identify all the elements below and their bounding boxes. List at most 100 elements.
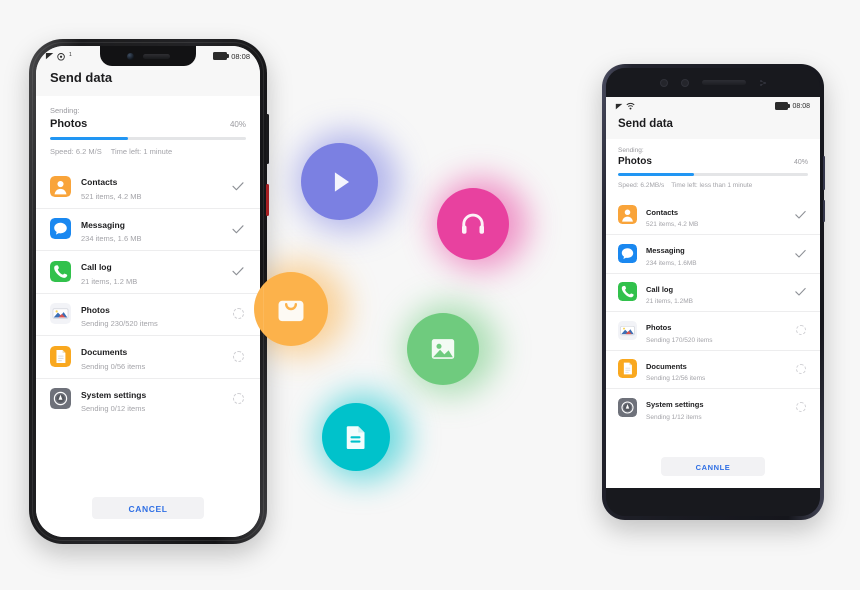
list-item-status <box>230 391 246 407</box>
front-camera-icon <box>126 52 134 60</box>
phone-right-progress-block: Sending: Photos 40% Speed: 6.2MB/s Time … <box>606 139 820 196</box>
list-item-detail: Sending 230/520 items <box>81 319 158 328</box>
apps-bubble <box>249 261 348 357</box>
progress-percent-label: 40% <box>229 120 246 129</box>
list-item-detail: 21 items, 1.2 MB <box>81 276 138 286</box>
volume-button-right-phone[interactable] <box>823 156 825 190</box>
messaging-icon <box>50 218 71 240</box>
power-button-left-phone[interactable] <box>266 184 269 216</box>
status-bar-left-group <box>615 102 635 110</box>
system-settings-icon <box>618 397 637 417</box>
list-item-text: Documents Sending 0/56 items <box>81 342 230 371</box>
list-item-status <box>793 207 808 222</box>
photos-icon <box>50 303 71 325</box>
list-item[interactable]: Contacts 521 items, 4.2 MB <box>36 165 260 208</box>
system-settings-icon <box>50 388 71 410</box>
list-item[interactable]: System settings Sending 1/12 items <box>606 388 820 427</box>
phone-left-footer: CANCEL <box>36 497 260 537</box>
photos-icon <box>618 320 637 340</box>
phone-right-transfer-list: Contacts 521 items, 4.2 MB Messaging 234… <box>606 195 820 457</box>
row-divider <box>606 234 820 235</box>
checkmark-icon <box>795 211 806 219</box>
phone-left-page-title: Send data <box>36 66 260 96</box>
list-item[interactable]: Photos Sending 230/520 items <box>36 292 260 336</box>
list-item[interactable]: Messaging 234 items, 1.6 MB <box>36 207 260 251</box>
earpiece-speaker-icon <box>142 53 170 59</box>
list-item-detail: Sending 12/56 items <box>646 375 706 382</box>
checkmark-icon <box>795 288 806 296</box>
list-item-detail: Sending 170/520 items <box>646 336 713 344</box>
cancel-button[interactable]: CANNLE <box>661 457 765 476</box>
row-divider <box>36 207 260 209</box>
transfer-meta-row: Speed: 6.2 M/S Time left: 1 minute <box>50 147 246 156</box>
list-item-title: Call log <box>646 284 674 294</box>
messaging-icon <box>618 243 637 263</box>
list-item-detail: 234 items, 1.6 MB <box>81 234 142 243</box>
cancel-button[interactable]: CANCEL <box>92 497 204 519</box>
progress-fill <box>618 173 694 176</box>
messaging-icon <box>50 218 71 240</box>
power-button-right-phone[interactable] <box>823 200 825 222</box>
photos-icon <box>618 320 637 340</box>
list-item-text: Messaging 234 items, 1.6MB <box>646 240 793 267</box>
status-bar-clock: 08:08 <box>231 51 250 61</box>
list-item[interactable]: Call log 21 items, 1.2MB <box>606 272 820 312</box>
app-bag-icon <box>278 300 304 322</box>
list-item[interactable]: System settings Sending 0/12 items <box>36 377 260 421</box>
play-icon <box>334 171 349 192</box>
list-item-title: Messaging <box>81 219 125 230</box>
list-item-title: System settings <box>646 400 704 409</box>
volume-button-left-phone[interactable] <box>266 114 269 164</box>
documents-bubble <box>317 393 408 481</box>
network-icon <box>626 102 635 110</box>
network-icon <box>57 52 65 61</box>
list-item-detail: 521 items, 4.2 MB <box>646 221 699 228</box>
status-bar-left-group: 1 <box>45 52 72 61</box>
current-transfer-name: Photos <box>50 118 88 130</box>
list-item[interactable]: Documents Sending 0/56 items <box>36 335 260 378</box>
status-bar-clock: 08:08 <box>792 102 810 110</box>
list-item-title: Contacts <box>81 177 118 187</box>
checkmark-icon <box>232 224 244 234</box>
phone-right-status-bar: 08:08 <box>606 97 820 115</box>
phone-left-transfer-list: Contacts 521 items, 4.2 MB Messaging 234… <box>36 165 260 497</box>
sending-label: Sending: <box>50 106 80 115</box>
call-log-icon <box>618 282 637 302</box>
loading-spinner-icon <box>232 393 244 405</box>
status-bar-right-group: 08:08 <box>775 102 810 110</box>
progress-track <box>618 173 808 176</box>
list-item[interactable]: Documents Sending 12/56 items <box>606 349 820 389</box>
loading-spinner-icon <box>795 363 806 374</box>
loading-spinner-icon <box>232 350 244 362</box>
headphones-icon <box>462 213 484 234</box>
audio-bubble <box>432 177 528 271</box>
call-log-icon <box>618 282 637 302</box>
transfer-meta-row: Speed: 6.2MB/s Time left: less than 1 mi… <box>618 182 808 189</box>
transfer-time-left: Time left: 1 minute <box>110 147 173 156</box>
list-item-title: Photos <box>646 323 672 332</box>
list-item-status <box>230 348 246 364</box>
light-sensor-icon <box>680 78 689 87</box>
list-item[interactable]: Photos Sending 170/520 items <box>606 311 820 350</box>
current-transfer-name: Photos <box>618 156 652 167</box>
list-item-detail: 521 items, 4.2 MB <box>81 191 142 201</box>
loading-spinner-icon <box>795 325 806 336</box>
checkmark-icon <box>232 267 244 276</box>
system-settings-icon <box>50 388 71 410</box>
checkmark-icon <box>232 182 244 191</box>
checkmark-icon <box>795 249 806 258</box>
documents-icon <box>50 345 71 367</box>
list-item-status <box>230 306 246 322</box>
phone-left-device: 1 08:08 Send data Sending: Photos 40% Sp… <box>29 39 269 544</box>
list-item[interactable]: Contacts 521 items, 4.2 MB <box>606 196 820 235</box>
list-item-status <box>793 246 808 261</box>
battery-icon <box>213 52 228 60</box>
row-divider <box>606 349 820 351</box>
list-item[interactable]: Call log 21 items, 1.2 MB <box>36 250 260 293</box>
list-item[interactable]: Messaging 234 items, 1.6MB <box>606 234 820 273</box>
loading-spinner-icon <box>795 402 806 413</box>
phone-right-top-bezel <box>606 68 820 97</box>
system-settings-icon <box>618 397 637 417</box>
documents-icon <box>618 359 637 379</box>
photos-icon <box>50 303 71 325</box>
